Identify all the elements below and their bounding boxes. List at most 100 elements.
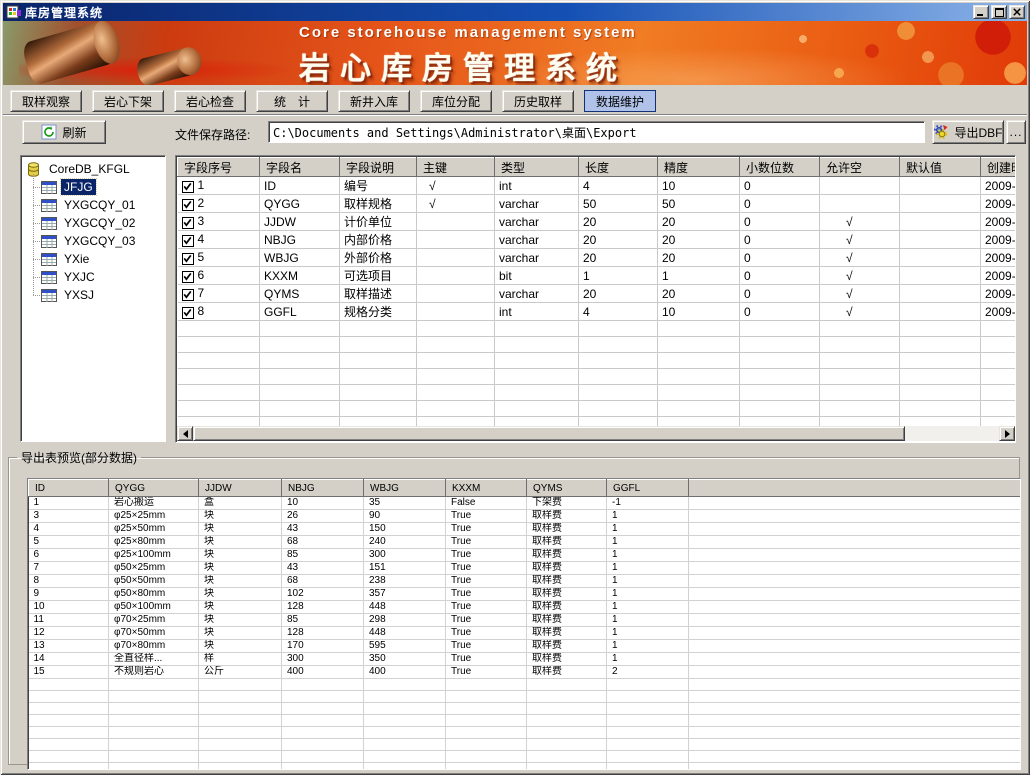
- preview-cell: 102: [282, 588, 364, 601]
- fields-column-header-4[interactable]: 主键: [417, 158, 495, 177]
- checkbox-checked[interactable]: [182, 289, 194, 301]
- refresh-button[interactable]: 刷新: [22, 120, 106, 144]
- preview-column-header-7[interactable]: QYMS: [527, 480, 607, 497]
- field-cell-desc: 内部价格: [340, 231, 417, 249]
- checkbox-checked[interactable]: [182, 181, 194, 193]
- preview-cell: φ25×100mm: [109, 549, 199, 562]
- preview-cell: [689, 640, 1021, 653]
- field-row[interactable]: 6KXXM可选项目bit110√2009-4-: [178, 267, 1016, 285]
- preview-cell: [689, 575, 1021, 588]
- preview-cell: 238: [364, 575, 446, 588]
- nav-button-4[interactable]: 统 计: [256, 90, 328, 112]
- preview-column-header-2[interactable]: QYGG: [109, 480, 199, 497]
- field-row[interactable]: 8GGFL规格分类int4100√2009-4-: [178, 303, 1016, 321]
- field-row[interactable]: 1ID编号√int41002009-4-: [178, 177, 1016, 195]
- tree-item-YXJC[interactable]: YXJC: [23, 268, 163, 286]
- preview-column-header-9[interactable]: [689, 480, 1021, 497]
- preview-column-header-6[interactable]: KXXM: [446, 480, 527, 497]
- fields-column-header-10[interactable]: 默认值: [900, 158, 981, 177]
- core-samples-image: [9, 23, 299, 83]
- fields-table-viewport: 字段序号字段名字段说明主键类型长度精度小数位数允许空默认值创建时 1ID编号√i…: [177, 157, 1015, 427]
- nav-button-8[interactable]: 数据维护: [584, 90, 656, 112]
- tree-item-YXSJ[interactable]: YXSJ: [23, 286, 163, 304]
- preview-column-header-3[interactable]: JJDW: [199, 480, 282, 497]
- checkbox-checked[interactable]: [182, 217, 194, 229]
- banner-subtitle: Core storehouse management system: [299, 24, 637, 41]
- nav-button-6[interactable]: 库位分配: [420, 90, 492, 112]
- nav-button-1[interactable]: 取样观察: [10, 90, 82, 112]
- preview-cell: 15: [29, 666, 109, 679]
- fields-column-header-2[interactable]: 字段名: [260, 158, 340, 177]
- preview-cell: 10: [282, 497, 364, 510]
- preview-cell: 取样费: [527, 549, 607, 562]
- close-button[interactable]: [1009, 5, 1025, 19]
- empty-cell: [364, 691, 446, 703]
- tree-root-node[interactable]: CoreDB_KFGL: [23, 160, 163, 178]
- scroll-right-button[interactable]: [999, 426, 1015, 441]
- preview-column-header-5[interactable]: WBJG: [364, 480, 446, 497]
- tree-item-YXGCQY_02[interactable]: YXGCQY_02: [23, 214, 163, 232]
- preview-column-header-8[interactable]: GGFL: [607, 480, 689, 497]
- preview-cell: 300: [364, 549, 446, 562]
- scroll-left-button[interactable]: [177, 426, 193, 441]
- preview-cell: [689, 549, 1021, 562]
- preview-cell: 90: [364, 510, 446, 523]
- checkbox-checked[interactable]: [182, 235, 194, 247]
- field-cell-scale: 0: [740, 213, 820, 231]
- nav-button-7[interactable]: 历史取样: [502, 90, 574, 112]
- field-row[interactable]: 7QYMS取样描述varchar20200√2009-4-: [178, 285, 1016, 303]
- checkbox-checked[interactable]: [182, 271, 194, 283]
- checkbox-checked[interactable]: [182, 199, 194, 211]
- field-row[interactable]: 5WBJG外部价格varchar20200√2009-4-: [178, 249, 1016, 267]
- fields-column-header-11[interactable]: 创建时: [981, 158, 1016, 177]
- empty-cell: [364, 679, 446, 691]
- field-cell-pk: [417, 303, 495, 321]
- field-row[interactable]: 4NBJG内部价格varchar20200√2009-4-: [178, 231, 1016, 249]
- checkbox-checked[interactable]: [182, 253, 194, 265]
- preview-row: 10φ50×100mm块128448True取样费1: [29, 601, 1021, 614]
- preview-cell: 不规则岩心: [109, 666, 199, 679]
- field-cell-length: 20: [579, 249, 658, 267]
- nav-button-3[interactable]: 岩心检查: [174, 90, 246, 112]
- checkbox-checked[interactable]: [182, 307, 194, 319]
- preview-cell: 26: [282, 510, 364, 523]
- field-cell-name: NBJG: [260, 231, 340, 249]
- tree-item-YXGCQY_03[interactable]: YXGCQY_03: [23, 232, 163, 250]
- preview-cell: 样: [199, 653, 282, 666]
- preview-column-header-4[interactable]: NBJG: [282, 480, 364, 497]
- maximize-button[interactable]: [991, 5, 1007, 19]
- nav-button-2[interactable]: 岩心下架: [92, 90, 164, 112]
- tree-item-YXGCQY_01[interactable]: YXGCQY_01: [23, 196, 163, 214]
- table-icon: [41, 289, 57, 302]
- browse-button[interactable]: ...: [1006, 120, 1026, 144]
- fields-column-header-5[interactable]: 类型: [495, 158, 579, 177]
- preview-cell: True: [446, 549, 527, 562]
- empty-cell: [417, 353, 495, 369]
- preview-cell: 8: [29, 575, 109, 588]
- window-controls: [973, 5, 1025, 19]
- empty-cell: [607, 751, 689, 763]
- nav-button-5[interactable]: 新井入库: [338, 90, 410, 112]
- field-row[interactable]: 2QYGG取样规格√varchar505002009-4-: [178, 195, 1016, 213]
- fields-column-header-6[interactable]: 长度: [579, 158, 658, 177]
- fields-column-header-1[interactable]: 字段序号: [178, 158, 260, 177]
- tree-item-YXie[interactable]: YXie: [23, 250, 163, 268]
- field-seq-cell: 5: [178, 249, 260, 267]
- fields-column-header-9[interactable]: 允许空: [820, 158, 900, 177]
- file-path-input[interactable]: [268, 121, 925, 143]
- field-row[interactable]: 3JJDW计价单位varchar20200√2009-4-: [178, 213, 1016, 231]
- scrollbar-thumb[interactable]: [193, 426, 905, 441]
- empty-cell: [495, 385, 579, 401]
- empty-cell: [579, 401, 658, 417]
- fields-column-header-8[interactable]: 小数位数: [740, 158, 820, 177]
- minimize-button[interactable]: [973, 5, 989, 19]
- preview-cell: 448: [364, 601, 446, 614]
- tree-item-JFJG[interactable]: JFJG: [23, 178, 163, 196]
- fields-column-header-7[interactable]: 精度: [658, 158, 740, 177]
- empty-cell: [260, 369, 340, 385]
- fields-column-header-3[interactable]: 字段说明: [340, 158, 417, 177]
- horizontal-scrollbar[interactable]: [177, 426, 1015, 441]
- export-dbf-button[interactable]: 导出DBF: [932, 120, 1004, 144]
- preview-cell: 1: [29, 497, 109, 510]
- preview-column-header-1[interactable]: ID: [29, 480, 109, 497]
